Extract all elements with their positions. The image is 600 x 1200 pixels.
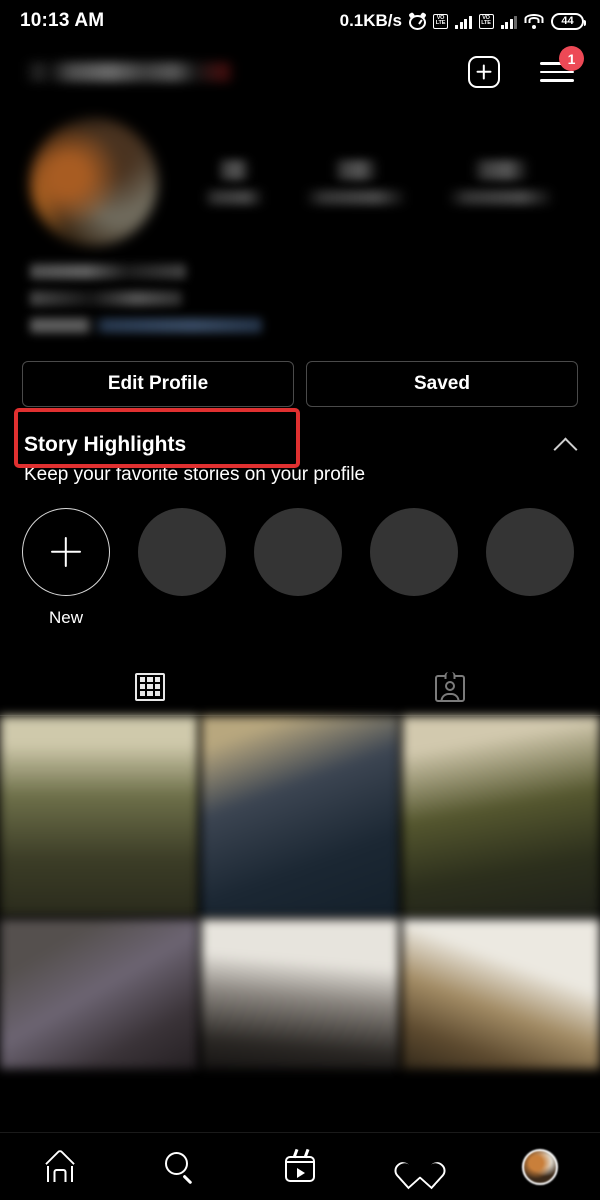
post-thumbnail[interactable] [0,716,198,916]
post-thumbnail[interactable] [201,716,399,916]
sim2-signal-icon [500,14,517,29]
sim1-volte-icon: VO LTE [433,13,448,29]
highlight-placeholder[interactable] [370,508,458,628]
stat-posts-label [203,189,266,205]
highlight-placeholder[interactable] [254,508,342,628]
profile-summary [0,102,600,246]
highlight-new-label: New [48,608,83,627]
profile-avatar-icon [522,1148,558,1185]
story-highlights-subtitle: Keep your favorite stories on your profi… [24,464,366,485]
saved-button[interactable]: Saved [306,361,578,407]
story-highlights-row: New [0,486,600,628]
status-bar-icons: 0.1KB/s VO LTE VO LTE 44 [339,11,586,31]
stat-following-value [471,159,530,180]
profile-bio [0,246,600,333]
story-highlights-title: Story Highlights [24,433,187,456]
profile-tab[interactable] [512,1143,568,1191]
photo-grid [0,716,600,1069]
plus-icon [22,508,110,596]
grid-tab[interactable] [0,658,300,715]
stat-posts-value [217,159,252,180]
bio-link-line[interactable] [30,318,262,333]
post-thumbnail[interactable] [0,919,198,1069]
sim1-volte-bottom: LTE [435,20,446,26]
sim1-signal-icon [455,14,472,29]
alarm-clock-icon [408,11,427,30]
profile-username[interactable] [24,62,234,82]
status-bar: 10:13 AM 0.1KB/s VO LTE VO LTE 44 [0,0,600,42]
post-thumbnail[interactable] [201,919,399,1069]
profile-action-buttons: Edit Profile Saved [0,333,600,407]
battery-level-label: 44 [561,15,574,27]
hamburger-menu-icon[interactable]: 1 [540,46,584,84]
stat-followers-value [332,159,379,180]
app-header: 1 [0,42,600,102]
reels-icon [285,1148,315,1182]
profile-stats [158,159,574,205]
grid-icon [135,672,165,701]
home-icon [44,1148,76,1182]
highlight-new-button[interactable]: New [22,508,110,628]
post-thumbnail[interactable] [402,919,600,1069]
menu-notification-badge: 1 [559,46,584,71]
stat-followers[interactable] [303,159,408,205]
wifi-icon [524,13,544,29]
plus-square-icon[interactable] [468,56,500,88]
tagged-tab[interactable] [300,658,600,715]
tagged-photos-icon [435,671,465,702]
status-bar-time: 10:13 AM [20,10,105,31]
network-speed-label: 0.1KB/s [339,11,402,30]
bottom-navigation-bar [0,1132,600,1200]
stat-posts[interactable] [203,159,266,205]
content-tabs [0,658,600,716]
bio-line-1 [30,264,186,279]
heart-icon [390,1152,450,1190]
stat-following-label [446,189,555,205]
profile-avatar[interactable] [30,118,158,246]
search-icon [165,1151,195,1184]
stat-followers-label [303,189,408,205]
search-tab[interactable] [152,1143,208,1191]
stat-following[interactable] [446,159,555,205]
bio-line-2 [30,291,182,306]
highlight-placeholder[interactable] [138,508,226,628]
activity-tab[interactable] [390,1143,450,1191]
home-tab[interactable] [32,1143,88,1191]
story-highlights-header: Story Highlights [0,407,600,462]
edit-profile-button[interactable]: Edit Profile [22,361,294,407]
header-actions: 1 [468,46,584,88]
battery-icon: 44 [551,12,586,30]
sim2-volte-icon: VO LTE [478,13,494,29]
post-thumbnail[interactable] [402,716,600,916]
highlight-placeholder[interactable] [486,508,574,628]
reels-tab[interactable] [272,1143,328,1191]
sim2-volte-bottom: LTE [481,20,491,26]
